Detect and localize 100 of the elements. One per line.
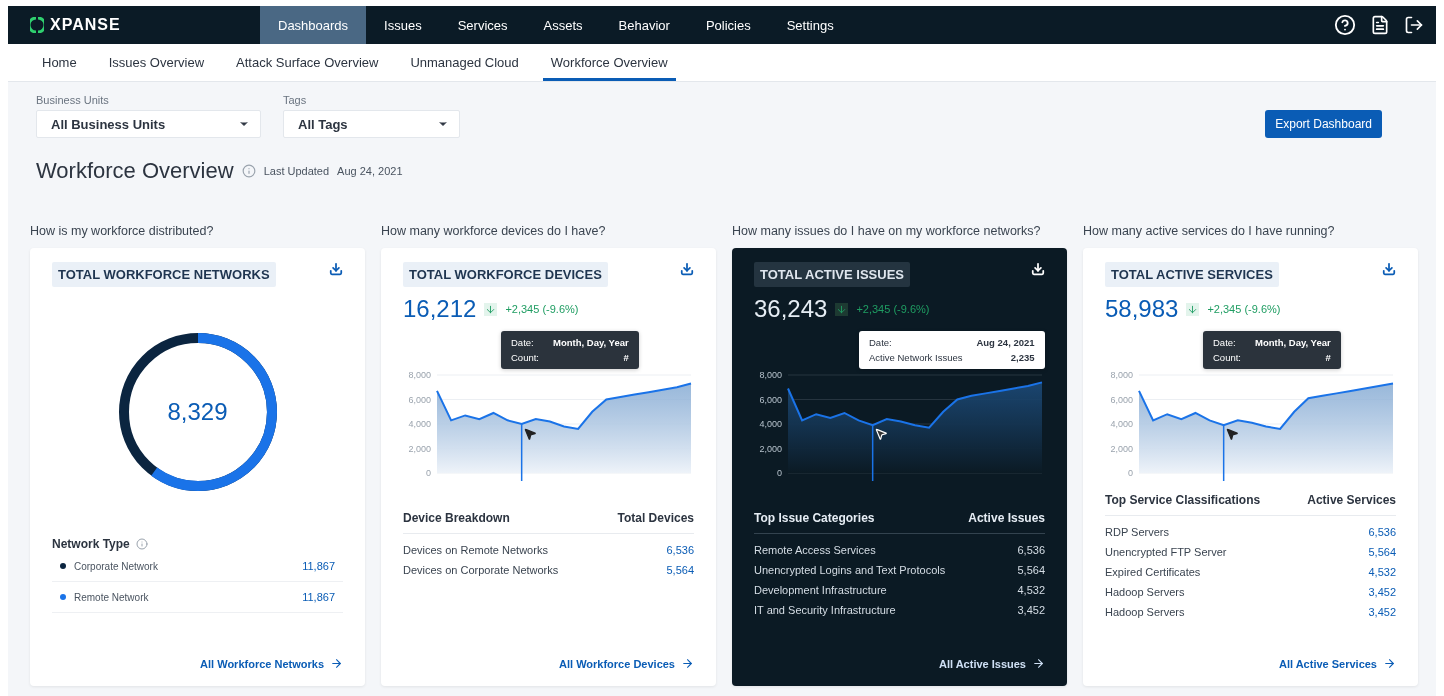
table-value: 3,452 — [1368, 586, 1396, 598]
column-header: Device Breakdown — [403, 511, 510, 525]
hover-line — [520, 423, 523, 481]
table-value: 5,564 — [1017, 564, 1045, 576]
export-button[interactable]: Export Dashboard — [1265, 110, 1382, 138]
table-cell: Hadoop Servers — [1105, 606, 1185, 618]
down-arrow-icon — [1187, 303, 1199, 315]
nav-tab[interactable]: Policies — [687, 6, 769, 44]
sub-nav-tab[interactable]: Home — [34, 44, 85, 81]
download-icon[interactable] — [1031, 262, 1045, 276]
page-title: Workforce Overview — [36, 158, 234, 184]
table-value: 3,452 — [1368, 606, 1396, 618]
download-icon[interactable] — [680, 262, 694, 276]
nav-tab[interactable]: Assets — [525, 6, 601, 44]
axis-tick-label: 2,000 — [408, 443, 431, 454]
table-value: 3,452 — [1017, 604, 1045, 616]
total-value: 8,329 — [167, 398, 228, 426]
filter-dropdown[interactable]: All Tags — [283, 110, 460, 138]
cursor-icon — [1225, 427, 1239, 441]
sub-nav-tab[interactable]: Issues Overview — [100, 44, 213, 81]
axis-tick-label: 0 — [777, 468, 782, 478]
table-value: 4,532 — [1368, 566, 1396, 578]
filter-label: Tags — [283, 94, 308, 106]
axis-tick-label: 6,000 — [408, 394, 431, 405]
nav-tab[interactable]: Behavior — [600, 6, 688, 44]
table-cell: Devices on Corporate Networks — [403, 564, 559, 576]
hover-line — [1222, 424, 1225, 481]
total-value: 58,983 — [1105, 295, 1179, 323]
table-cell: Development Infrastructure — [754, 584, 887, 596]
filter-dropdown[interactable]: All Business Units — [36, 110, 261, 138]
chart-tooltip: Date: Month, Day, Year Count: # — [501, 331, 639, 369]
arrow-right-icon — [1032, 657, 1045, 670]
table-value: 6,536 — [1368, 526, 1396, 538]
document-icon[interactable] — [1370, 15, 1390, 35]
table-value: 5,564 — [666, 564, 694, 576]
arrow-right-icon — [681, 657, 694, 670]
axis-tick-label: 2,000 — [1110, 443, 1133, 454]
chart-tooltip: Date: Aug 24, 2021 Active Network Issues 2,235 — [859, 331, 1045, 369]
filter-label: Business Units — [36, 94, 110, 106]
view-all-link[interactable]: All Active Services — [1278, 657, 1396, 670]
nav-tab[interactable]: Services — [439, 6, 526, 44]
sub-nav-tab[interactable]: Workforce Overview — [542, 44, 676, 81]
table-value: 6,536 — [1017, 544, 1045, 556]
sub-nav-tab[interactable]: Attack Surface Overview — [228, 44, 387, 81]
chart-tooltip: Date: Month, Day, Year Count: # — [1203, 331, 1341, 369]
card-question: How is my workforce distributed? — [30, 224, 215, 238]
axis-tick-label: 4,000 — [1110, 419, 1133, 429]
legend-value: 11,867 — [302, 591, 335, 603]
legend-label: Corporate Network — [74, 560, 158, 572]
legend-label: Remote Network — [74, 591, 149, 603]
column-header: Active Issues — [968, 511, 1045, 525]
hover-line — [871, 424, 874, 481]
arrow-right-icon — [1383, 657, 1396, 670]
axis-tick-label: 6,000 — [759, 394, 782, 405]
nav-tab[interactable]: Dashboards — [260, 6, 367, 44]
column-header: Top Service Classifications — [1105, 493, 1261, 507]
nav-tab[interactable]: Settings — [768, 6, 852, 44]
total-value: 16,212 — [403, 295, 477, 323]
axis-tick-label: 2,000 — [759, 443, 782, 454]
table-cell: Unencrypted FTP Server — [1105, 546, 1227, 558]
legend-value: 11,867 — [302, 560, 335, 572]
card-question: How many active services do I have running? — [1083, 224, 1336, 238]
axis-tick-label: 8,000 — [759, 370, 782, 380]
axis-tick-label: 0 — [426, 468, 431, 478]
card-title: TOTAL WORKFORCE NETWORKS — [52, 262, 276, 287]
axis-tick-label: 6,000 — [1110, 394, 1133, 405]
change-value: +2,345 (-9.6%) — [1207, 303, 1281, 315]
legend-title: Network Type — [52, 537, 130, 551]
nav-tab[interactable]: Issues — [366, 6, 440, 44]
card-question: How many workforce devices do I have? — [381, 224, 607, 238]
column-header: Total Devices — [617, 511, 694, 525]
view-all-link[interactable]: All Workforce Networks — [200, 657, 343, 670]
arrow-right-icon — [330, 657, 343, 670]
down-arrow-icon — [485, 303, 497, 315]
table-value: 6,536 — [666, 544, 694, 556]
download-icon[interactable] — [329, 262, 343, 276]
total-value: 36,243 — [754, 295, 828, 323]
view-all-link[interactable]: All Active Issues — [938, 657, 1045, 670]
last-updated-label: Last Updated — [263, 165, 330, 177]
column-header: Active Services — [1307, 493, 1396, 507]
table-cell: Hadoop Servers — [1105, 586, 1185, 598]
table-cell: Remote Access Services — [754, 544, 876, 556]
last-updated-date: Aug 24, 2021 — [337, 165, 403, 177]
table-cell: IT and Security Infrastructure — [754, 604, 896, 616]
logout-icon[interactable] — [1404, 15, 1424, 35]
table-cell: Unencrypted Logins and Text Protocols — [754, 564, 946, 576]
table-value: 4,532 — [1017, 584, 1045, 596]
help-icon[interactable] — [1334, 14, 1356, 36]
sub-nav-tab[interactable]: Unmanaged Cloud — [402, 44, 527, 81]
logo-icon — [30, 17, 44, 33]
table-value: 5,564 — [1368, 546, 1396, 558]
cursor-icon — [523, 427, 537, 441]
change-value: +2,345 (-9.6%) — [856, 303, 930, 315]
column-header: Top Issue Categories — [754, 511, 875, 525]
down-arrow-icon — [836, 303, 848, 315]
table-cell: RDP Servers — [1105, 526, 1169, 538]
download-icon[interactable] — [1382, 262, 1396, 276]
axis-tick-label: 8,000 — [1110, 370, 1133, 380]
view-all-link[interactable]: All Workforce Devices — [559, 657, 694, 670]
change-value: +2,345 (-9.6%) — [505, 303, 579, 315]
